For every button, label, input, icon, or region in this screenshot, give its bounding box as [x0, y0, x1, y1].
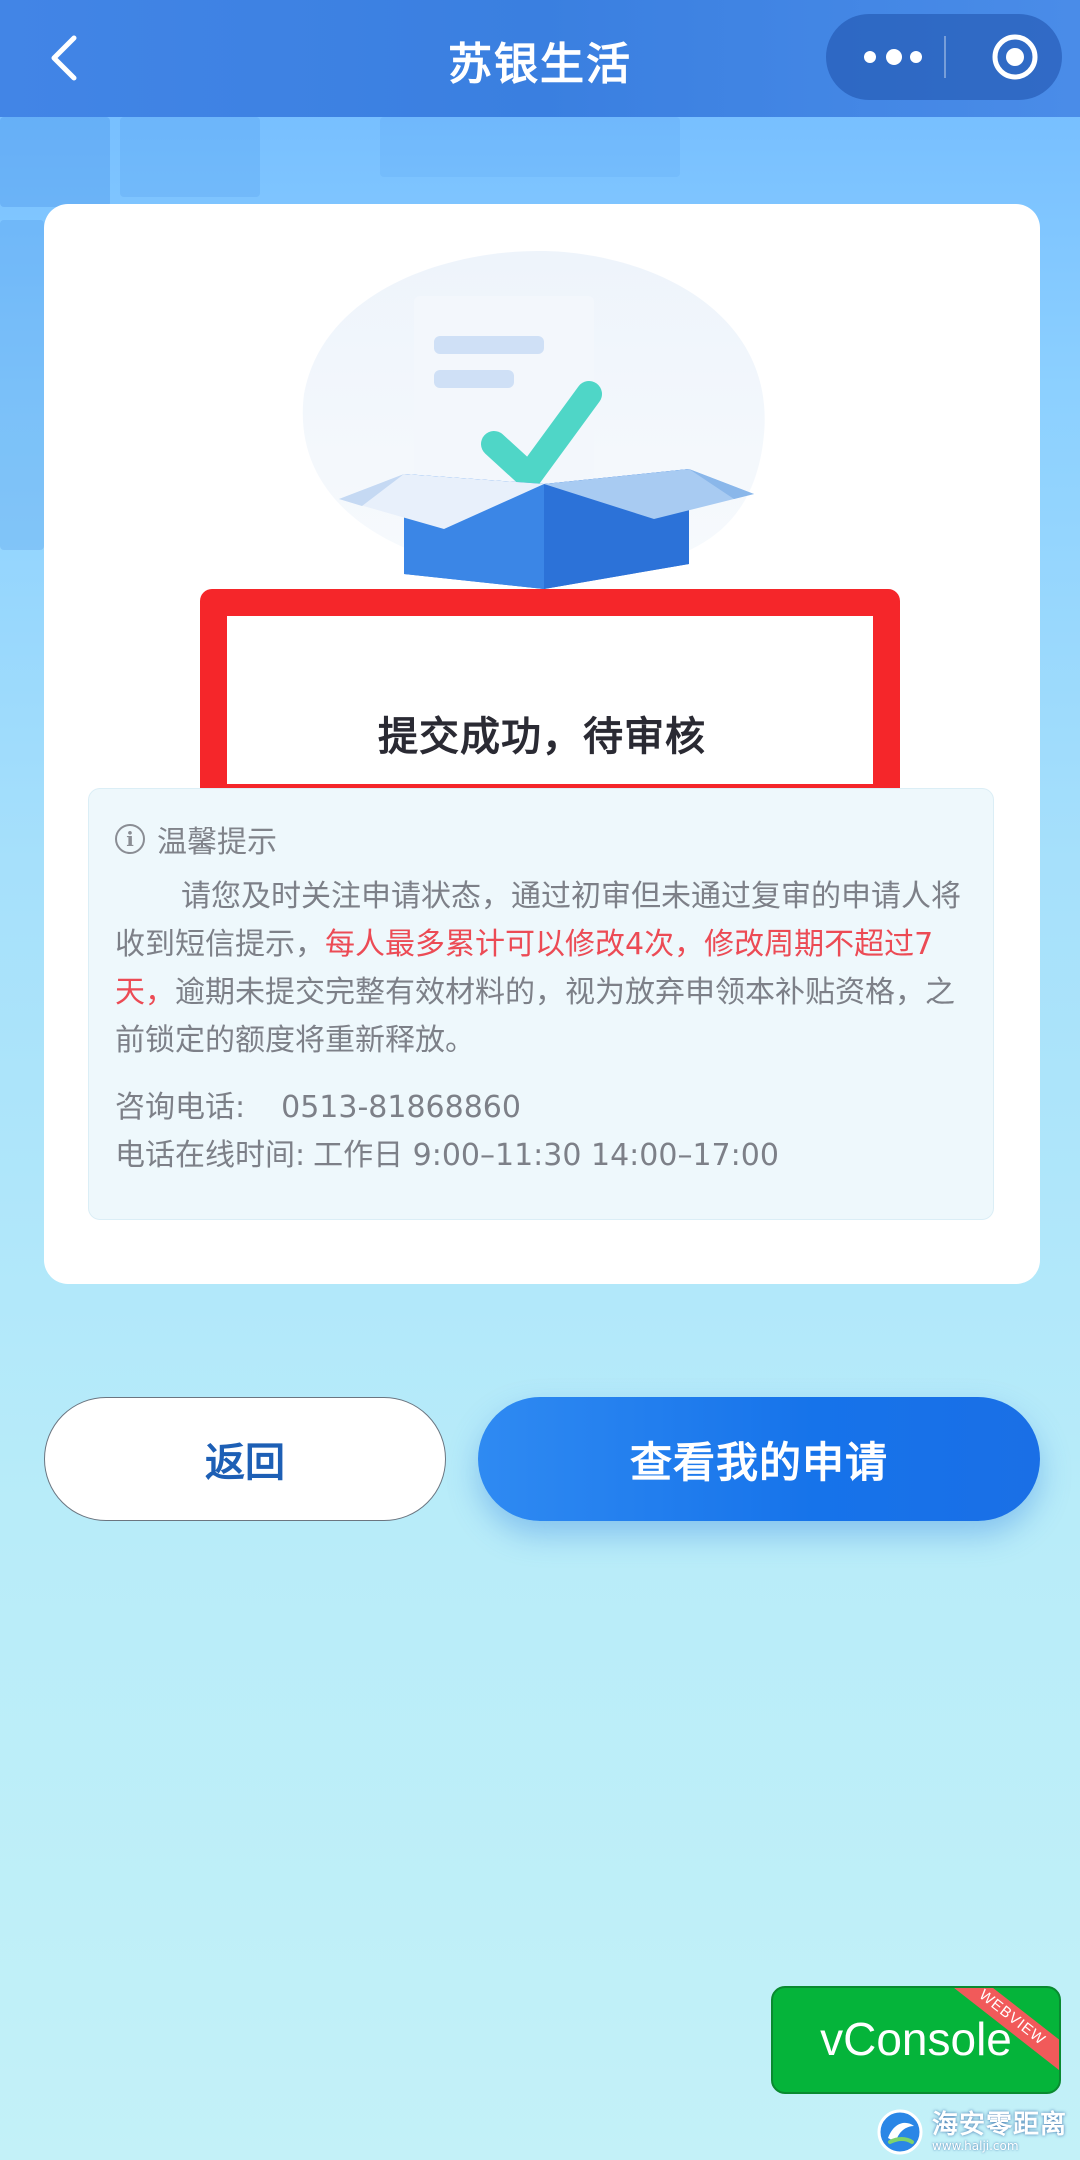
watermark-logo-icon	[877, 2109, 923, 2155]
background-decoration	[380, 117, 680, 177]
capsule-divider	[944, 36, 946, 78]
background-decoration	[0, 117, 110, 207]
watermark-text: 海安零距离 www.halji.com	[932, 2111, 1067, 2153]
site-watermark: 海安零距离 www.halji.com	[876, 2108, 1067, 2156]
vconsole-button[interactable]: vConsole WEBVIEW	[771, 1986, 1061, 2094]
background-decoration	[120, 117, 260, 197]
hours-line: 电话在线时间: 工作日 9:00–11:30 14:00–17:00	[115, 1130, 779, 1174]
phone-label: 咨询电话:	[115, 1090, 246, 1125]
title-bar: 苏银生活	[0, 0, 1080, 117]
watermark-url: www.halji.com	[932, 2139, 1019, 2153]
background-decoration	[0, 220, 44, 550]
notice-panel: i 温馨提示 请您及时关注申请状态，通过初审但未通过复审的申请人将收到短信提示，…	[88, 788, 994, 1220]
status-title: 提交成功，待审核	[378, 714, 706, 760]
view-my-application-button[interactable]: 查看我的申请	[478, 1397, 1040, 1521]
hours-value: 工作日 9:00–11:30 14:00–17:00	[313, 1138, 779, 1173]
more-dots-icon[interactable]	[846, 14, 936, 100]
watermark-title: 海安零距离	[932, 2110, 1068, 2140]
back-button[interactable]: 返回	[44, 1397, 446, 1521]
result-card: 提交成功，待审核 i 温馨提示 请您及时关注申请状态，通过初审但未通过复审的申请…	[44, 204, 1040, 1284]
info-circle-icon: i	[115, 824, 145, 854]
notice-header: i 温馨提示	[115, 819, 277, 860]
mini-program-capsule	[826, 14, 1062, 100]
target-circle-icon[interactable]	[990, 32, 1040, 82]
notice-body-text-end: 逾期未提交完整有效材料的，视为放弃申领本补贴资格，之前锁定的额度将重新释放。	[115, 975, 955, 1058]
phone-number: 0513-81868860	[281, 1090, 521, 1125]
highlight-frame	[200, 589, 900, 811]
notice-title: 温馨提示	[157, 825, 277, 860]
hours-label: 电话在线时间:	[115, 1138, 306, 1173]
phone-line: 咨询电话: 0513-81868860	[115, 1082, 521, 1126]
notice-body: 请您及时关注申请状态，通过初审但未通过复审的申请人将收到短信提示，每人最多累计可…	[115, 873, 971, 1065]
